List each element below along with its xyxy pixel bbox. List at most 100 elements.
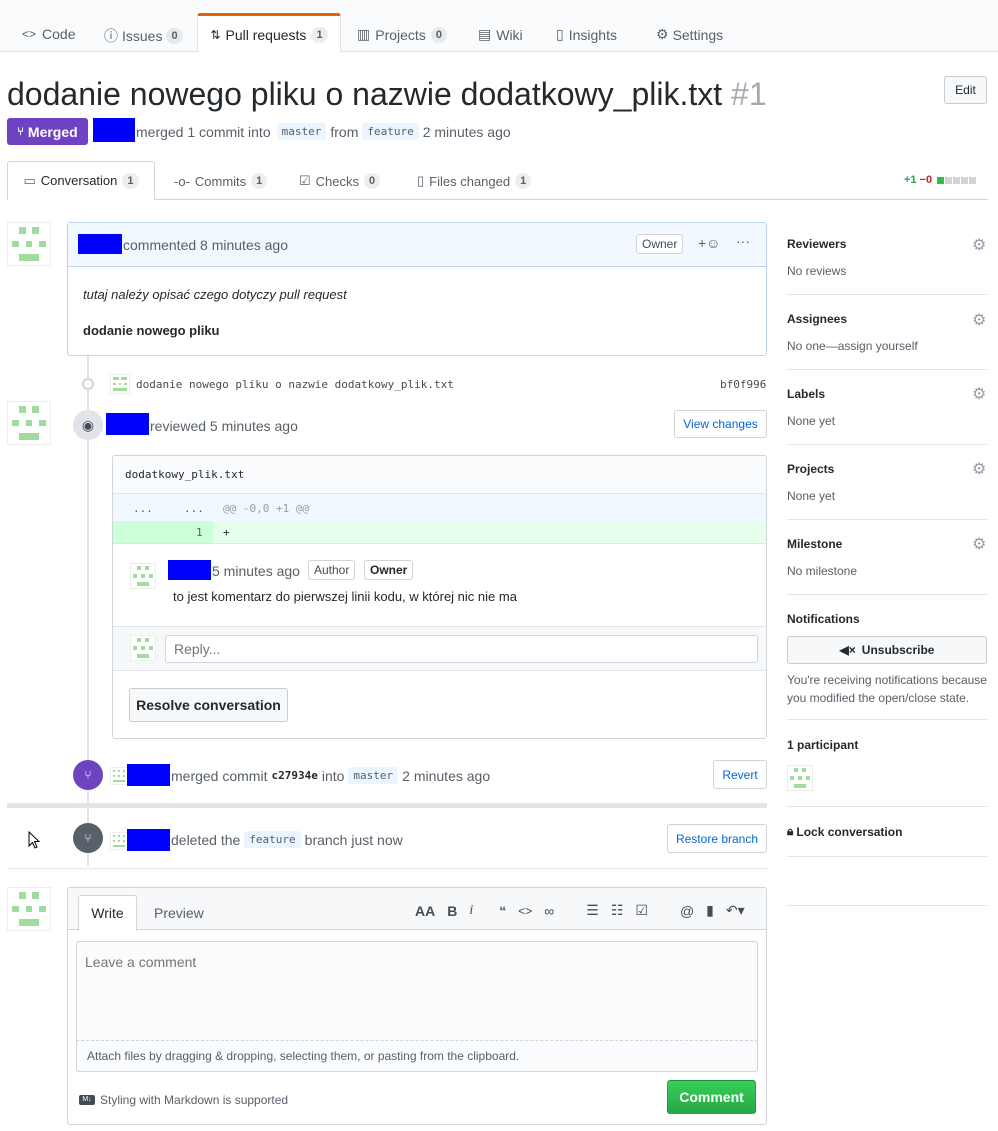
- avatar[interactable]: [7, 222, 51, 266]
- milestone-value: No milestone: [787, 564, 858, 578]
- bold-icon[interactable]: B: [447, 903, 457, 919]
- commit-message[interactable]: dodanie nowego pliku o nazwie dodatkowy_…: [136, 378, 454, 391]
- restore-branch-button[interactable]: Restore branch: [667, 824, 767, 853]
- graph-icon: ▯: [556, 26, 564, 42]
- edit-button[interactable]: Edit: [944, 76, 987, 104]
- gear-icon[interactable]: ⚙: [972, 459, 986, 479]
- merged-badge: ⑂ Merged: [7, 118, 88, 145]
- file-name[interactable]: dodatkowy_plik.txt: [125, 468, 244, 481]
- quote-icon[interactable]: “: [499, 903, 506, 919]
- assignees-heading[interactable]: Assignees: [787, 312, 847, 326]
- avatar[interactable]: [110, 374, 130, 394]
- review-comment-body: to jest komentarz do pierwszej linii kod…: [173, 589, 517, 604]
- markdown-toolbar: AA B i “ <> ∞ ☰ ☷ ☑ @ ▮ ↶▾: [415, 902, 745, 919]
- tab-files-changed[interactable]: ▯ Files changed 1: [417, 173, 532, 189]
- base-branch[interactable]: master: [276, 123, 327, 140]
- avatar[interactable]: [110, 832, 128, 850]
- add-reaction-icon[interactable]: +☺: [698, 235, 720, 251]
- diffstat-bar: [937, 176, 977, 184]
- task-list-icon[interactable]: ☑: [635, 902, 648, 919]
- tab-insights[interactable]: ▯ Insights: [556, 26, 617, 43]
- tab-settings[interactable]: ⚙ Settings: [656, 26, 723, 43]
- milestone-heading[interactable]: Milestone: [787, 537, 842, 551]
- reply-input[interactable]: [165, 635, 758, 663]
- comment-body-bold: dodanie nowego pliku: [83, 323, 220, 338]
- author-redacted[interactable]: [127, 764, 170, 786]
- review-action[interactable]: reviewed 5 minutes ago: [150, 418, 298, 434]
- tab-wiki[interactable]: ▤ Wiki: [478, 26, 523, 43]
- labels-heading[interactable]: Labels: [787, 387, 825, 401]
- book-icon: ▤: [478, 26, 492, 42]
- author-label: Author: [308, 560, 356, 580]
- commit-icon: -o-: [174, 173, 190, 189]
- participant-avatar[interactable]: [787, 765, 813, 791]
- markdown-hint[interactable]: M↓ Styling with Markdown is supported: [79, 1093, 288, 1107]
- tab-commits[interactable]: -o- Commits 1: [174, 173, 268, 189]
- lock-conversation[interactable]: 🔒︎ Lock conversation: [787, 824, 902, 839]
- gear-icon: ⚙: [656, 26, 669, 42]
- preview-tab[interactable]: Preview: [154, 905, 204, 921]
- tab-conversation[interactable]: ▭ Conversation 1: [7, 161, 155, 200]
- ordered-list-icon[interactable]: ☷: [611, 902, 624, 919]
- revert-button[interactable]: Revert: [713, 760, 767, 789]
- line-number[interactable]: 1: [196, 526, 203, 539]
- gear-icon[interactable]: ⚙: [972, 534, 986, 554]
- comment-textarea[interactable]: [76, 941, 758, 1041]
- code-icon: <>: [22, 27, 37, 41]
- assignees-value[interactable]: No one—assign yourself: [787, 339, 918, 353]
- merge-branch[interactable]: master: [348, 767, 399, 784]
- resolve-conversation-button[interactable]: Resolve conversation: [129, 688, 288, 722]
- write-tab[interactable]: Write: [78, 895, 137, 931]
- mention-icon[interactable]: @: [680, 903, 694, 919]
- merge-summary: merged 1 commit into master from feature…: [136, 123, 511, 140]
- heading-icon[interactable]: AA: [415, 903, 435, 919]
- author-redacted[interactable]: [93, 118, 135, 142]
- attach-files[interactable]: Attach files by dragging & dropping, sel…: [76, 1041, 758, 1072]
- projects-heading[interactable]: Projects: [787, 462, 834, 476]
- project-icon: ▥: [357, 26, 371, 42]
- avatar[interactable]: [130, 563, 156, 589]
- pr-title: dodanie nowego pliku o nazwie dodatkowy_…: [7, 76, 767, 112]
- avatar[interactable]: [7, 401, 51, 445]
- avatar[interactable]: [7, 887, 51, 931]
- hunk-header: @@ -0,0 +1 @@: [223, 502, 310, 515]
- reply-icon[interactable]: ↶▾: [726, 902, 745, 919]
- reviewers-value: No reviews: [787, 264, 847, 278]
- tab-projects[interactable]: ▥ Projects 0: [357, 26, 447, 43]
- file-header: dodatkowy_plik.txt: [113, 456, 766, 494]
- comment-header: commented 8 minutes ago Owner +☺ ···: [68, 223, 766, 267]
- timeline-end: [7, 868, 767, 869]
- author-redacted[interactable]: [106, 413, 149, 435]
- gear-icon[interactable]: ⚙: [972, 310, 986, 330]
- gear-icon[interactable]: ⚙: [972, 235, 986, 255]
- author-redacted[interactable]: [168, 560, 211, 580]
- avatar[interactable]: [110, 767, 128, 785]
- view-changes-button[interactable]: View changes: [674, 410, 767, 438]
- code-icon[interactable]: <>: [518, 904, 532, 918]
- notifications-reason: You're receiving notifications because y…: [787, 673, 987, 705]
- tab-pull-requests[interactable]: ⇅ Pull requests 1: [197, 13, 341, 53]
- unsubscribe-button[interactable]: ◀× Unsubscribe: [787, 636, 987, 664]
- italic-icon[interactable]: i: [469, 903, 473, 919]
- comment-timestamp[interactable]: commented 8 minutes ago: [123, 237, 288, 253]
- diff-line: 1 +: [113, 521, 766, 543]
- author-redacted[interactable]: [127, 829, 170, 851]
- link-icon[interactable]: ∞: [544, 903, 554, 919]
- tab-issues[interactable]: ⓘ Issues 0: [104, 26, 183, 46]
- merge-commit-sha[interactable]: c27934e: [271, 769, 317, 782]
- comment-body-italic: tutaj należy opisać czego dotyczy pull r…: [83, 287, 347, 302]
- tab-checks[interactable]: ☑ Checks 0: [299, 173, 381, 189]
- author-redacted[interactable]: [78, 234, 122, 254]
- tab-code[interactable]: <> Code: [22, 26, 75, 42]
- avatar[interactable]: [130, 635, 156, 661]
- delete-event-text: deleted the feature branch just now: [171, 831, 403, 848]
- more-options-icon[interactable]: ···: [736, 233, 750, 249]
- comment-button[interactable]: Comment: [667, 1080, 756, 1114]
- gear-icon[interactable]: ⚙: [972, 384, 986, 404]
- reviewers-heading[interactable]: Reviewers: [787, 237, 846, 251]
- unordered-list-icon[interactable]: ☰: [586, 902, 599, 919]
- head-branch[interactable]: feature: [362, 123, 419, 140]
- commit-sha[interactable]: bf0f996: [720, 378, 766, 391]
- review-comment-time[interactable]: 5 minutes ago: [212, 563, 300, 579]
- bookmark-icon[interactable]: ▮: [706, 902, 714, 919]
